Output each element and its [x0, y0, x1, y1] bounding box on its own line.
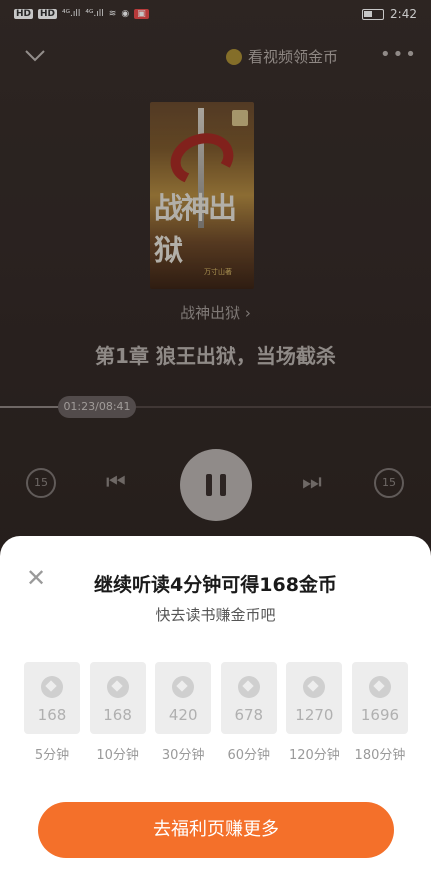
reward-coins: 1696: [360, 706, 400, 724]
reward-item: 1270 120分钟: [286, 662, 343, 763]
reward-card: 420: [155, 662, 212, 734]
reward-coins: 678: [234, 706, 264, 724]
reward-coins: 420: [168, 706, 198, 724]
coin-icon: [106, 676, 129, 698]
reward-time: 120分钟: [288, 748, 340, 763]
coin-icon: [368, 676, 391, 698]
reward-item: 420 30分钟: [155, 662, 212, 763]
coin-icon: [303, 676, 326, 698]
reward-card: 1270: [286, 662, 343, 734]
coin-icon: [41, 676, 63, 698]
reward-card: 1696: [351, 662, 408, 734]
reward-card: 168: [24, 662, 80, 734]
reward-item: 678 60分钟: [220, 662, 277, 763]
reward-time: 60分钟: [227, 748, 271, 763]
reward-coins: 168: [37, 706, 67, 724]
reward-list: 168 5分钟 168 10分钟 420 30分钟 678 60分钟 1270 …: [24, 662, 408, 763]
go-to-welfare-button[interactable]: 去福利页赚更多: [38, 802, 394, 858]
sheet-subtitle: 快去读书赚金币吧: [155, 606, 276, 624]
reward-time: 30分钟: [161, 748, 205, 763]
reward-card: 168: [89, 662, 146, 734]
reward-item: 168 10分钟: [89, 662, 146, 763]
reward-card: 678: [220, 662, 277, 734]
coin-icon: [172, 676, 195, 698]
coin-reward-sheet: ✕ 继续听读4分钟可得168金币 快去读书赚金币吧 168 5分钟 168 10…: [0, 536, 431, 890]
reward-time: 180分钟: [354, 748, 406, 763]
sheet-title: 继续听读4分钟可得168金币: [94, 574, 337, 596]
reward-time: 10分钟: [96, 748, 139, 763]
coin-icon: [237, 676, 260, 698]
reward-item: 1696 180分钟: [351, 662, 408, 763]
reward-coins: 1270: [295, 706, 334, 724]
reward-coins: 168: [103, 706, 132, 724]
reward-time: 5分钟: [34, 748, 70, 763]
reward-item: 168 5分钟: [24, 662, 80, 763]
